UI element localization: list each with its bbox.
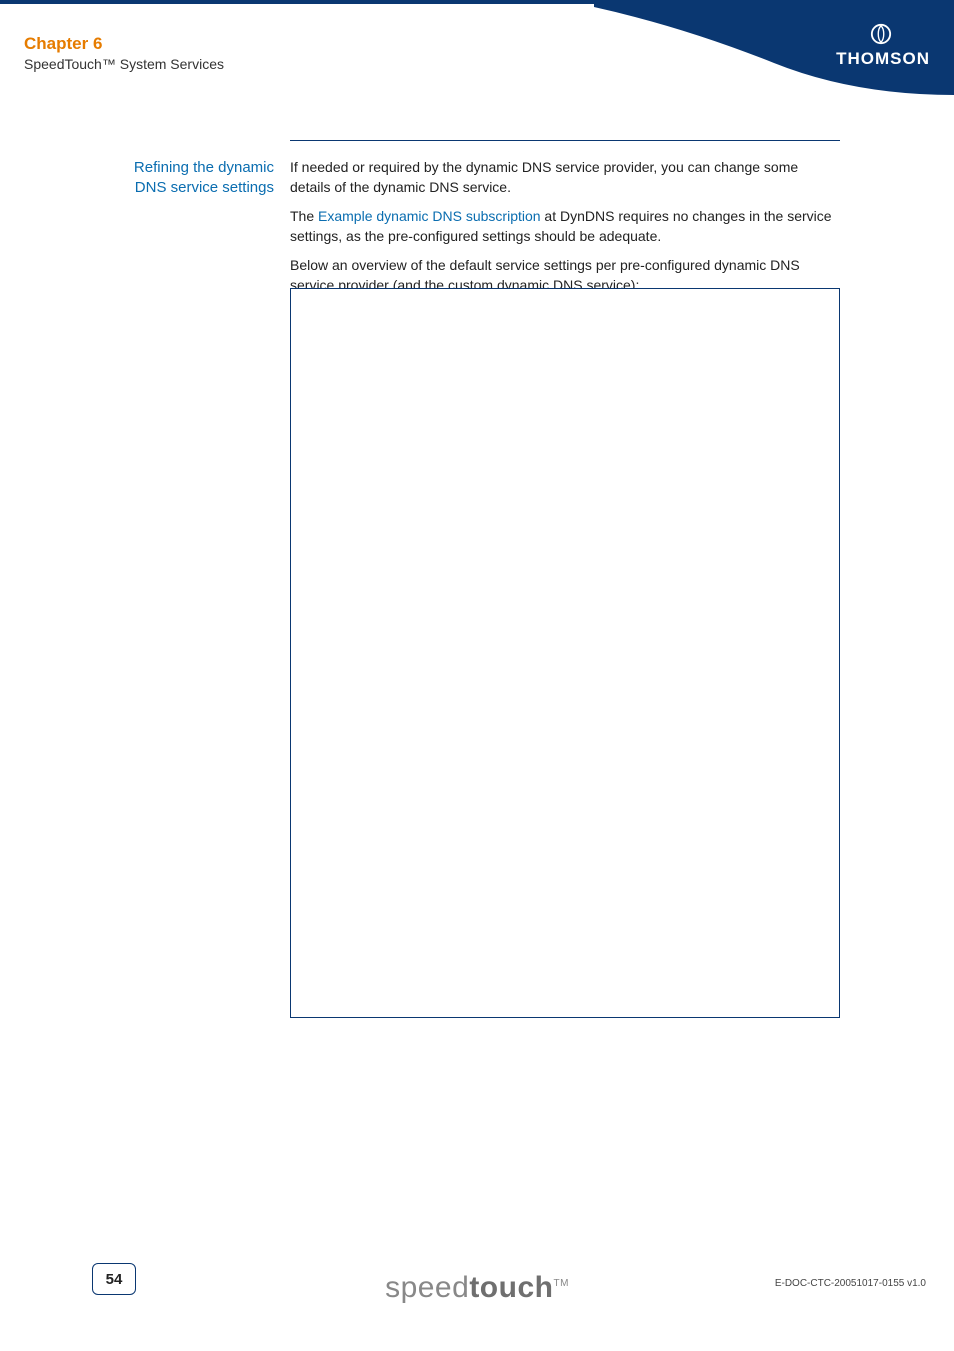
brand-bold: touch [469,1271,553,1304]
chapter-label: Chapter 6 [24,34,102,54]
example-subscription-link[interactable]: Example dynamic DNS subscription [318,208,541,224]
document-id: E-DOC-CTC-20051017-0155 v1.0 [775,1278,926,1289]
chapter-subtitle: SpeedTouch™ System Services [24,56,224,72]
brand-badge: THOMSON [594,3,954,91]
brand-thin: speed [385,1271,469,1304]
section-body: If needed or required by the dynamic DNS… [290,158,840,306]
para2-pre: The [290,208,318,224]
section-side-heading: Refining the dynamic DNS service setting… [110,158,274,199]
thomson-logo-icon [870,23,892,45]
section-rule [290,140,840,141]
paragraph-1: If needed or required by the dynamic DNS… [290,158,840,197]
page-footer: 54 speedtouchTM E-DOC-CTC-20051017-0155 … [0,1231,954,1351]
brand-tm: TM [553,1278,568,1289]
settings-figure-placeholder [290,288,840,1018]
thomson-wordmark: THOMSON [836,49,930,69]
paragraph-2: The Example dynamic DNS subscription at … [290,207,840,246]
